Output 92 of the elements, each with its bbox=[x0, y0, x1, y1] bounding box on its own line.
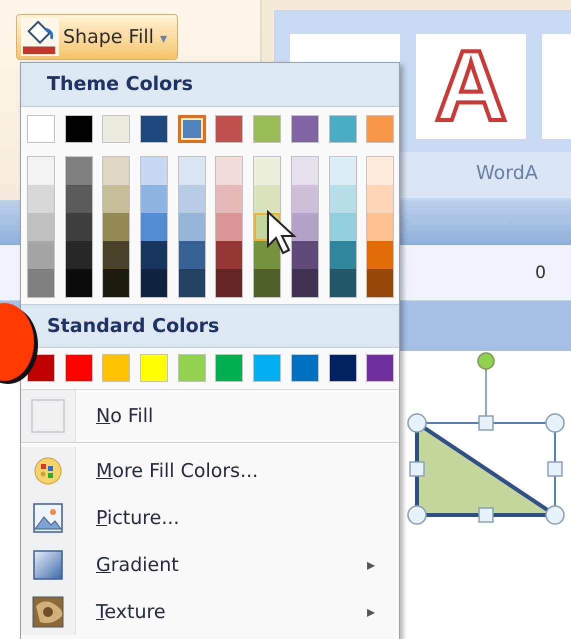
menu-item-label: Texture bbox=[96, 600, 166, 622]
menu-item-label: Picture... bbox=[96, 506, 180, 528]
color-swatch[interactable] bbox=[66, 185, 92, 213]
color-swatch[interactable] bbox=[254, 157, 280, 185]
section-header: Standard Colors bbox=[21, 304, 399, 348]
color-swatch[interactable] bbox=[328, 115, 356, 143]
menu-item[interactable]: Gradient ▸ bbox=[21, 541, 399, 588]
color-swatch[interactable] bbox=[290, 354, 319, 382]
color-swatch[interactable] bbox=[366, 354, 394, 382]
color-swatch[interactable] bbox=[102, 115, 130, 143]
submenu-arrow-icon: ▸ bbox=[366, 602, 375, 621]
color-swatch[interactable] bbox=[27, 115, 55, 143]
color-swatch[interactable] bbox=[367, 241, 394, 269]
color-swatch[interactable] bbox=[66, 241, 92, 269]
color-swatch[interactable] bbox=[292, 157, 318, 185]
color-swatch[interactable] bbox=[292, 241, 318, 269]
picture-icon bbox=[33, 502, 63, 532]
color-swatch[interactable] bbox=[253, 115, 282, 143]
color-swatch[interactable] bbox=[216, 157, 242, 185]
color-swatch[interactable] bbox=[103, 157, 130, 185]
group-label: WordA bbox=[476, 162, 538, 184]
color-swatch[interactable] bbox=[28, 185, 54, 213]
color-swatch[interactable] bbox=[366, 115, 394, 143]
color-swatch[interactable] bbox=[330, 269, 356, 297]
color-swatch[interactable] bbox=[141, 269, 168, 297]
color-swatch[interactable] bbox=[103, 241, 130, 269]
menu-item-label: Gradient bbox=[96, 554, 179, 576]
color-swatch[interactable] bbox=[178, 269, 205, 297]
color-swatch[interactable] bbox=[141, 157, 168, 185]
color-swatch[interactable] bbox=[178, 354, 206, 382]
empty-square-icon bbox=[31, 399, 65, 433]
menu-item-label: No Fill bbox=[96, 405, 154, 427]
menu-item-label: More Fill Colors... bbox=[96, 460, 258, 482]
color-swatch[interactable] bbox=[292, 213, 318, 241]
color-swatch[interactable] bbox=[66, 213, 92, 241]
color-swatch[interactable] bbox=[178, 157, 205, 185]
color-swatch[interactable] bbox=[216, 241, 242, 269]
color-swatch[interactable] bbox=[215, 115, 244, 143]
selected-triangle-shape[interactable] bbox=[405, 351, 567, 527]
paint-bucket-icon bbox=[21, 18, 59, 56]
color-swatch[interactable] bbox=[28, 213, 54, 241]
color-swatch[interactable] bbox=[292, 185, 318, 213]
color-swatch[interactable] bbox=[66, 269, 92, 297]
submenu-arrow-icon: ▸ bbox=[366, 555, 375, 574]
color-swatch[interactable] bbox=[216, 185, 242, 213]
color-swatch[interactable] bbox=[290, 115, 319, 143]
color-swatch[interactable] bbox=[254, 269, 280, 297]
color-swatch[interactable] bbox=[367, 185, 394, 213]
color-swatch[interactable] bbox=[102, 354, 130, 382]
color-swatch[interactable] bbox=[178, 115, 206, 143]
color-swatch[interactable] bbox=[103, 185, 130, 213]
color-swatch[interactable] bbox=[215, 354, 244, 382]
menu-item[interactable]: Texture ▸ bbox=[21, 588, 399, 635]
palette-icon bbox=[33, 456, 63, 486]
ruler-number: 0 bbox=[535, 262, 546, 282]
color-swatch[interactable] bbox=[330, 213, 356, 241]
section-header: Theme Colors bbox=[21, 63, 399, 107]
color-swatch[interactable] bbox=[178, 213, 205, 241]
color-swatch[interactable] bbox=[254, 241, 280, 269]
menu-item[interactable]: More Fill Colors... bbox=[21, 447, 399, 494]
color-swatch[interactable] bbox=[330, 185, 356, 213]
menu-item[interactable]: Picture... bbox=[21, 494, 399, 541]
color-swatch[interactable] bbox=[103, 269, 130, 297]
color-swatch[interactable] bbox=[367, 213, 394, 241]
color-swatch[interactable] bbox=[178, 241, 205, 269]
color-swatch[interactable] bbox=[367, 269, 394, 297]
color-swatch[interactable] bbox=[141, 213, 168, 241]
wordart-style-tile[interactable]: A bbox=[416, 34, 526, 139]
color-swatch[interactable] bbox=[64, 115, 93, 143]
color-swatch[interactable] bbox=[292, 269, 318, 297]
gradient-square-icon bbox=[33, 550, 63, 580]
color-swatch[interactable] bbox=[216, 213, 242, 241]
color-swatch[interactable] bbox=[103, 213, 130, 241]
color-swatch[interactable] bbox=[178, 185, 205, 213]
color-swatch[interactable] bbox=[140, 354, 168, 382]
color-swatch[interactable] bbox=[254, 185, 280, 213]
color-swatch[interactable] bbox=[28, 157, 54, 185]
shape-fill-button[interactable]: Shape Fill ▾ bbox=[16, 14, 178, 60]
color-swatch[interactable] bbox=[140, 115, 168, 143]
color-swatch[interactable] bbox=[66, 157, 92, 185]
color-swatch[interactable] bbox=[253, 354, 282, 382]
color-swatch[interactable] bbox=[141, 185, 168, 213]
color-swatch[interactable] bbox=[330, 241, 356, 269]
color-swatch[interactable] bbox=[328, 354, 356, 382]
color-swatch[interactable] bbox=[330, 157, 356, 185]
color-swatch[interactable] bbox=[28, 269, 54, 297]
texture-icon bbox=[32, 596, 64, 628]
color-swatch[interactable] bbox=[367, 157, 394, 185]
color-swatch[interactable] bbox=[28, 241, 54, 269]
color-swatch[interactable] bbox=[141, 241, 168, 269]
color-swatch[interactable] bbox=[64, 354, 93, 382]
color-swatch[interactable] bbox=[216, 269, 242, 297]
